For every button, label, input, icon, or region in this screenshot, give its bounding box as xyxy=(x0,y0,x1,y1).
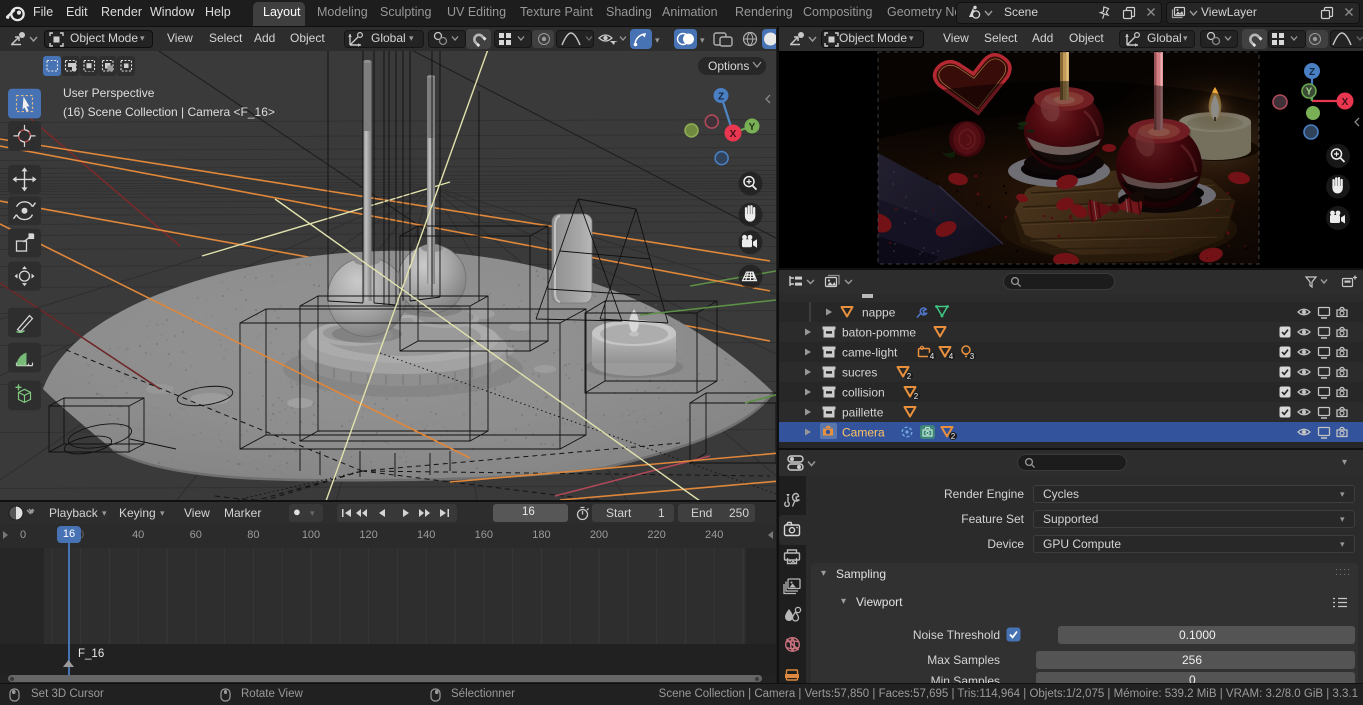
svg-text:4: 4 xyxy=(930,352,935,361)
svg-text:200: 200 xyxy=(590,529,608,541)
svg-text:Z: Z xyxy=(718,92,724,103)
svg-text:80: 80 xyxy=(247,529,259,541)
svg-text:180: 180 xyxy=(532,529,550,541)
svg-text:2: 2 xyxy=(907,372,912,381)
svg-text:Options: Options xyxy=(708,59,749,73)
svg-text:(16) Scene Collection | Camera: (16) Scene Collection | Camera <F_16> xyxy=(63,105,275,119)
svg-text:Camera: Camera xyxy=(842,426,885,440)
svg-text:140: 140 xyxy=(417,529,435,541)
svg-text:paillette: paillette xyxy=(842,406,884,420)
svg-text:Y: Y xyxy=(749,122,756,133)
svg-text:sucres: sucres xyxy=(842,366,877,380)
svg-text:baton-pomme: baton-pomme xyxy=(842,326,916,340)
svg-text:40: 40 xyxy=(132,529,144,541)
svg-text:220: 220 xyxy=(647,529,665,541)
svg-text:X: X xyxy=(1342,97,1349,108)
svg-text:4: 4 xyxy=(949,352,954,361)
svg-text:2: 2 xyxy=(951,432,956,441)
svg-text:came-light: came-light xyxy=(842,346,898,360)
svg-text:120: 120 xyxy=(359,529,377,541)
svg-text:Z: Z xyxy=(1309,67,1315,78)
svg-text:0: 0 xyxy=(20,529,26,541)
svg-text:100: 100 xyxy=(302,529,320,541)
svg-text:240: 240 xyxy=(705,529,723,541)
svg-text:2: 2 xyxy=(914,392,919,401)
svg-text:60: 60 xyxy=(190,529,202,541)
svg-text:X: X xyxy=(730,129,737,140)
svg-text:160: 160 xyxy=(475,529,493,541)
svg-text:User Perspective: User Perspective xyxy=(63,86,155,100)
svg-text:Y: Y xyxy=(1306,87,1313,98)
svg-text:nappe: nappe xyxy=(862,306,896,320)
svg-text:collision: collision xyxy=(842,386,885,400)
svg-text:3: 3 xyxy=(970,352,975,361)
